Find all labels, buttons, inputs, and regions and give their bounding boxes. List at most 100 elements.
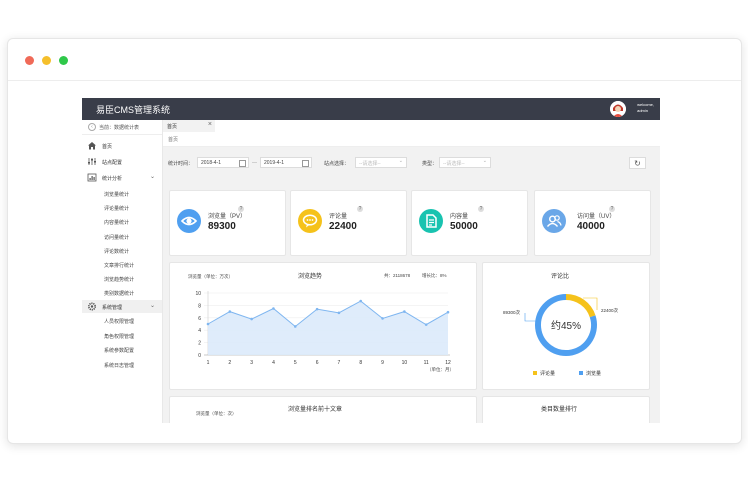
type-select[interactable]: --请选择-- ⌄ [439, 157, 491, 168]
sidebar-item-label: 系统管理 [102, 305, 123, 311]
tab-home[interactable]: 首页 × [163, 120, 215, 132]
article-ranking-panel: 浏览量排名前十文章 浏览量（单位：次） [169, 396, 477, 423]
category-ranking-panel: 类目数量排行 [482, 396, 650, 423]
maximize-dot[interactable] [59, 56, 68, 65]
x-tick-label: 4 [272, 360, 275, 366]
legend-label: 浏览量 [586, 370, 601, 377]
help-icon[interactable]: ? [238, 206, 244, 212]
submenu-item[interactable]: 评论数统计 [104, 248, 129, 255]
x-tick-label: 6 [316, 360, 319, 366]
close-icon[interactable]: × [208, 121, 212, 128]
y-tick-label: 8 [198, 303, 201, 309]
data-point [228, 310, 232, 313]
x-tick-label: 5 [294, 360, 297, 366]
sidebar-item-label: 首页 [102, 144, 113, 150]
avatar[interactable] [610, 101, 626, 117]
gear-icon [87, 302, 97, 311]
date-separator: — [252, 160, 257, 166]
x-tick-label: 10 [402, 360, 408, 366]
callout-label: 22400次 [601, 307, 619, 314]
stat-value: 50000 [450, 221, 478, 232]
chevron-down-icon: ⌄ [482, 158, 487, 164]
help-icon[interactable]: ? [478, 206, 484, 212]
sidebar-breadcrumb: ‹ 当前：数据统计表 [82, 120, 162, 135]
site-select[interactable]: --请选择-- ⌄ [355, 157, 407, 168]
data-point [272, 307, 275, 310]
sidebar-item-label: 统计分析 [102, 176, 123, 182]
submenu-item[interactable]: 系统参数配置 [104, 347, 134, 354]
category-title: 类目数量排行 [541, 407, 578, 413]
type-placeholder: --请选择-- [443, 161, 465, 167]
sidebar-item-home[interactable]: 首页 [82, 139, 162, 152]
stat-label: 评论量 [329, 214, 348, 220]
minimize-dot[interactable] [42, 56, 51, 65]
x-tick-label: 2 [228, 360, 231, 366]
comment-ratio-panel: 评论比 约45% 22400次 89300次 评论量 浏览量 [482, 262, 650, 390]
submenu-item[interactable]: 评论量统计 [104, 205, 129, 212]
home-icon [88, 142, 96, 150]
ranking-unit: 浏览量（单位：次） [196, 411, 237, 416]
app-title: 易臣CMS管理系统 [96, 105, 170, 115]
legend-swatch [533, 371, 537, 375]
help-icon[interactable]: ? [609, 206, 615, 212]
submenu-item[interactable]: 内容量统计 [104, 219, 129, 226]
calendar-icon [302, 160, 309, 167]
cms-app: 易臣CMS管理系统 welcome, admin ‹ 当前：数据统计表 首页 站… [82, 98, 660, 423]
x-tick-label: 11 [424, 360, 429, 366]
submenu-item[interactable]: 类别数据统计 [104, 290, 134, 297]
stat-label: 访问量（UV） [577, 214, 616, 220]
eye-icon [177, 209, 201, 233]
sidebar-item-system[interactable]: 系统管理 ⌄ [82, 300, 162, 313]
y-tick-label: 0 [198, 353, 201, 359]
x-tick-label: 12 [445, 360, 451, 366]
stat-card-comments: 评论量 ? 22400 [290, 190, 407, 256]
sidebar-item-site-config[interactable]: 站点配置 [82, 155, 162, 168]
sidebar-item-statistics[interactable]: 统计分析 ⌄ [82, 171, 162, 184]
x-tick-label: 7 [338, 360, 341, 366]
back-icon[interactable]: ‹ [88, 123, 96, 131]
x-tick-label: 1 [207, 360, 210, 366]
data-point [315, 307, 319, 311]
refresh-button[interactable]: ↻ [629, 157, 646, 169]
sidebar-item-label: 站点配置 [102, 160, 123, 166]
data-point [250, 317, 253, 321]
date-end-input[interactable]: 2019-4-1 [260, 157, 312, 168]
close-dot[interactable] [25, 56, 34, 65]
breadcrumb-text: 当前：数据统计表 [99, 125, 140, 131]
submenu-item[interactable]: 浏览趋势统计 [104, 276, 134, 283]
date-start-value: 2018-4-1 [201, 160, 222, 166]
y-tick-label: 4 [198, 328, 201, 334]
stat-label: 内容量 [450, 214, 469, 220]
legend-label: 评论量 [540, 370, 555, 377]
users-icon [542, 209, 566, 233]
submenu-item[interactable]: 文章排行统计 [104, 262, 134, 269]
data-point [424, 323, 428, 326]
date-start-input[interactable]: 2018-4-1 [197, 157, 249, 168]
tab-label: 首页 [167, 124, 178, 130]
window-titlebar [8, 39, 741, 81]
ranking-title: 浏览量排名前十文章 [288, 407, 343, 413]
chevron-down-icon: ⌄ [398, 158, 403, 164]
data-point [403, 310, 406, 313]
submenu-item[interactable]: 系统日志管理 [104, 362, 134, 369]
stat-value: 40000 [577, 221, 605, 232]
help-icon[interactable]: ? [357, 206, 363, 212]
series-area [208, 301, 448, 355]
stat-card-content: 内容量 ? 50000 [411, 190, 528, 256]
submenu-item[interactable]: 浏览量统计 [104, 191, 129, 198]
data-point [337, 311, 341, 315]
site-label: 站点选择： [324, 161, 350, 167]
refresh-icon: ↻ [634, 159, 641, 168]
sidebar: ‹ 当前：数据统计表 首页 站点配置 统计分析 ⌄ 浏览量统计评论量统计内容量统… [82, 120, 163, 423]
chart-xlabel: （单位：月） [427, 366, 454, 373]
user-info: welcome, admin [637, 102, 654, 114]
submenu-item[interactable]: 访问量统计 [104, 234, 129, 241]
stat-label: 浏览量（PV） [208, 214, 247, 220]
submenu-item[interactable]: 角色权限管理 [104, 333, 134, 340]
top-header: 易臣CMS管理系统 welcome, admin [82, 98, 660, 120]
stat-card-uv: 访问量（UV） ? 40000 [534, 190, 651, 256]
legend-swatch [579, 371, 583, 375]
submenu-item[interactable]: 人员权限管理 [104, 318, 134, 325]
date-end-value: 2019-4-1 [264, 160, 285, 166]
page-breadcrumb: 首页 [163, 132, 660, 147]
